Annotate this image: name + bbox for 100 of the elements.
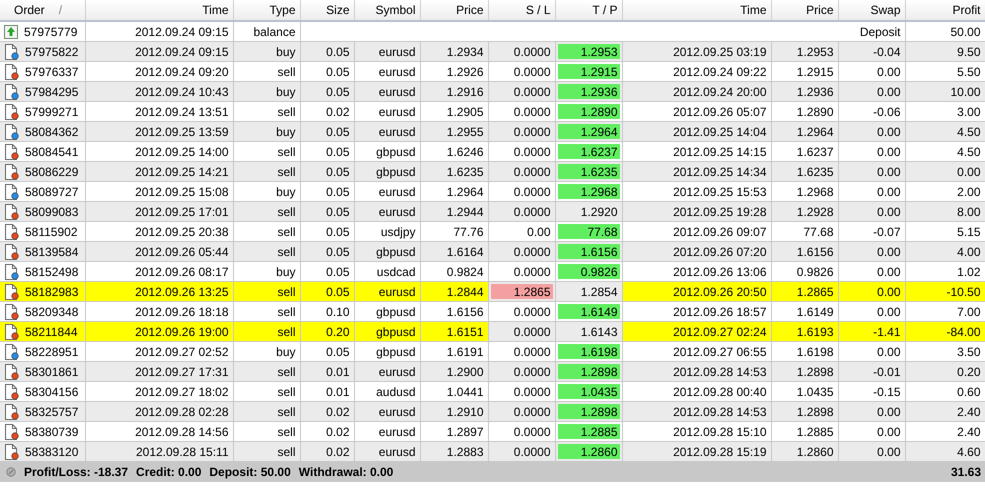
table-cell: 1.02 — [957, 264, 980, 278]
table-cell: 1.6156 — [796, 244, 834, 258]
table-cell: usdcad — [376, 264, 416, 278]
table-cell: 1.6193 — [796, 324, 834, 338]
take-profit-cell: 1.2936 — [555, 82, 622, 102]
table-cell: sell — [277, 404, 296, 418]
order-number: 57984295 — [25, 84, 78, 98]
table-cell: 0.05 — [326, 184, 350, 198]
order-icon — [4, 84, 19, 100]
table-cell: sell — [277, 224, 296, 238]
order-number: 58084541 — [25, 144, 78, 158]
table-cell: sell — [277, 64, 296, 78]
table-cell: 0.00 — [877, 64, 900, 78]
table-cell: 0.05 — [326, 224, 350, 238]
table-cell: 1.0441 — [446, 384, 484, 398]
table-cell: 1.2905 — [446, 104, 484, 118]
order-number: 58301861 — [25, 364, 78, 378]
table-cell: 1.2910 — [446, 404, 484, 418]
take-profit-cell: 1.6235 — [555, 162, 622, 182]
table-cell: 1.2860 — [796, 444, 834, 458]
table-cell: 1.6235 — [446, 164, 484, 178]
table-cell: 0.05 — [326, 124, 350, 138]
status-icon — [6, 467, 16, 477]
table-cell: eurusd — [378, 104, 416, 118]
table-cell: gbpusd — [376, 344, 416, 358]
table-cell: buy — [276, 184, 296, 198]
table-cell: sell — [277, 304, 296, 318]
take-profit-cell: 1.2953 — [555, 42, 622, 62]
stop-loss-cell: 0.0000 — [488, 302, 555, 322]
take-profit-cell: 1.2860 — [555, 442, 622, 462]
table-cell: 8.00 — [957, 204, 980, 218]
table-cell: 1.2900 — [446, 364, 484, 378]
column-header[interactable]: Time — [740, 3, 766, 17]
table-cell: eurusd — [378, 424, 416, 438]
order-icon — [4, 44, 19, 60]
table-cell: 2012.09.28 00:40 — [673, 384, 766, 398]
table-cell: 2012.09.26 07:20 — [673, 244, 766, 258]
table-cell: usdjpy — [380, 224, 416, 238]
table-cell: 1.2915 — [796, 64, 834, 78]
order-number: 58325757 — [25, 404, 78, 418]
order-number: 58228951 — [25, 344, 78, 358]
table-cell: 2012.09.27 17:31 — [135, 364, 228, 378]
table-cell: sell — [277, 284, 296, 298]
table-cell: 0.00 — [877, 424, 900, 438]
stop-loss-cell: 0.0000 — [488, 102, 555, 122]
stop-loss-cell: 0.0000 — [488, 82, 555, 102]
table-cell: 0.05 — [326, 164, 350, 178]
table-cell: sell — [277, 204, 296, 218]
stop-loss-cell: 0.0000 — [488, 42, 555, 62]
table-cell: 2012.09.27 02:52 — [135, 344, 228, 358]
order-number: 57999271 — [25, 104, 78, 118]
table-cell: 2012.09.27 06:55 — [673, 344, 766, 358]
table-cell: -0.01 — [873, 364, 900, 378]
take-profit-cell: 77.68 — [555, 222, 622, 242]
stop-loss-cell: 0.0000 — [488, 262, 555, 282]
table-cell: 0.00 — [877, 344, 900, 358]
table-cell: buy — [276, 124, 296, 138]
stop-loss-cell: 0.0000 — [488, 182, 555, 202]
table-cell: 2.40 — [957, 404, 980, 418]
take-profit-cell: 1.2915 — [555, 62, 622, 82]
table-cell: 1.2953 — [796, 44, 834, 58]
table-cell: 1.2944 — [446, 204, 484, 218]
table-cell: 0.00 — [957, 164, 980, 178]
stop-loss-cell: 0.0000 — [488, 202, 555, 222]
table-cell: 7.00 — [957, 304, 980, 318]
table-cell: 0.9824 — [446, 264, 484, 278]
table-cell: 2012.09.24 09:22 — [673, 64, 766, 78]
order-icon — [4, 164, 19, 180]
table-cell: 1.0435 — [796, 384, 834, 398]
take-profit-cell: 1.6198 — [555, 342, 622, 362]
table-cell: 0.02 — [326, 404, 350, 418]
summary-text: Profit/Loss: -18.37 — [24, 465, 128, 479]
table-cell: 0.00 — [877, 84, 900, 98]
take-profit-cell: 1.2968 — [555, 182, 622, 202]
table-cell: 1.6164 — [446, 244, 484, 258]
table-cell: 10.00 — [950, 84, 980, 98]
table-cell: 5.15 — [957, 224, 980, 238]
stop-loss-cell: 0.00 — [488, 222, 555, 242]
column-header[interactable]: Order — [14, 3, 45, 17]
take-profit-cell: 1.6237 — [555, 142, 622, 162]
column-header[interactable]: Time — [202, 3, 228, 17]
table-cell: 0.05 — [326, 264, 350, 278]
order-number: 57975822 — [25, 44, 78, 58]
summary-text: Deposit: 50.00 — [209, 465, 291, 479]
table-cell: 4.50 — [957, 124, 980, 138]
table-cell: 2012.09.25 17:01 — [135, 204, 228, 218]
table-cell: -0.06 — [873, 104, 900, 118]
order-number: 58139584 — [25, 244, 78, 258]
order-number: 58115902 — [25, 224, 78, 238]
table-cell: 1.2936 — [796, 84, 834, 98]
order-number: 58089727 — [25, 184, 78, 198]
table-cell: 1.6151 — [446, 324, 484, 338]
table-cell: 2012.09.25 15:08 — [135, 184, 228, 198]
table-cell: 1.2916 — [446, 84, 484, 98]
table-cell: 2012.09.24 20:00 — [673, 84, 766, 98]
table-cell: eurusd — [378, 204, 416, 218]
table-cell: 2012.09.25 14:34 — [673, 164, 766, 178]
table-cell: gbpusd — [376, 244, 416, 258]
table-cell: 0.00 — [877, 164, 900, 178]
table-cell: 2012.09.26 08:17 — [135, 264, 228, 278]
